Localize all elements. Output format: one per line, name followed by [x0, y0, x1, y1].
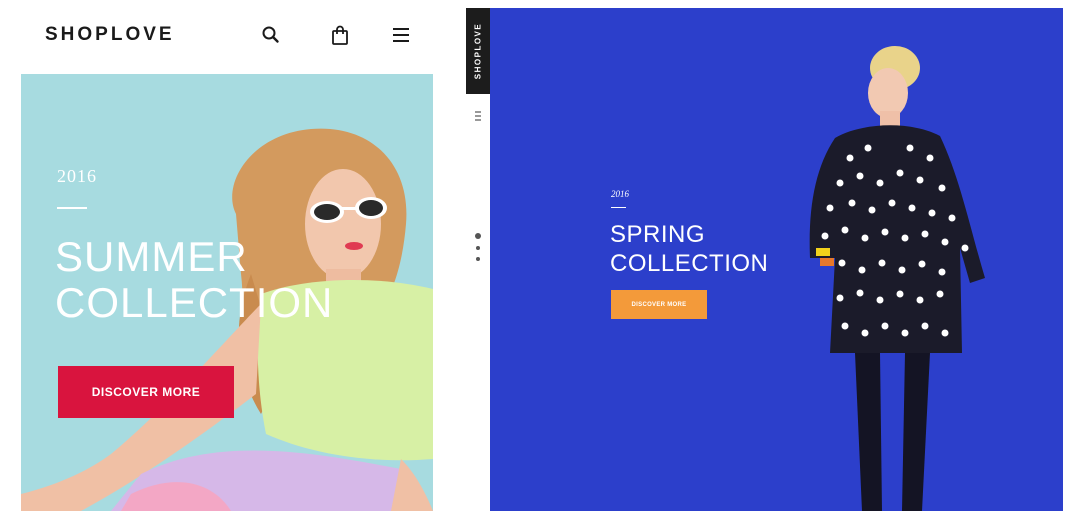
menu-icon[interactable]: [470, 109, 486, 123]
discover-more-button[interactable]: DISCOVER MORE: [58, 366, 234, 418]
slide-dot-3[interactable]: [476, 257, 480, 261]
summer-hero-banner: 2016 SUMMER COLLECTION DISCOVER MORE: [21, 74, 433, 511]
brand-tab[interactable]: SHOPLOVE: [466, 8, 490, 94]
hero-title-line2: COLLECTION: [610, 250, 769, 277]
divider: [57, 207, 87, 209]
hero-year: 2016: [57, 166, 97, 186]
slide-dot-2[interactable]: [476, 246, 480, 250]
divider: [611, 207, 626, 208]
side-navigation: SHOPLOVE: [466, 8, 490, 511]
hero-model-image: [809, 46, 985, 511]
search-icon[interactable]: [260, 24, 282, 46]
brand-logo: SHOPLOVE: [473, 22, 483, 80]
mobile-mockup: SHOPLOVE 2016 SUMMER COLLECTION DISCOVER…: [0, 0, 455, 528]
hero-year: 2016: [611, 189, 629, 199]
desktop-mockup: SHOPLOVE 2016 SPRING COLLECTION DISCOVER…: [466, 8, 1063, 511]
mobile-header: SHOPLOVE: [0, 0, 455, 74]
shopping-bag-icon[interactable]: [329, 24, 351, 46]
hero-title: SUMMER COLLECTION: [55, 234, 333, 326]
hero-title-line1: SPRING: [610, 221, 706, 248]
hero-title-line1: SUMMER: [55, 233, 248, 280]
slide-dot-1[interactable]: [475, 233, 481, 239]
slider-pagination: [475, 233, 481, 273]
hero-title-line2: COLLECTION: [55, 279, 334, 326]
hamburger-menu-icon[interactable]: [390, 24, 412, 46]
hero-title: SPRING COLLECTION: [610, 220, 768, 278]
logo[interactable]: SHOPLOVE: [45, 24, 175, 46]
discover-more-button[interactable]: DISCOVER MORE: [611, 290, 707, 319]
spring-hero-banner: 2016 SPRING COLLECTION DISCOVER MORE: [490, 8, 1063, 511]
